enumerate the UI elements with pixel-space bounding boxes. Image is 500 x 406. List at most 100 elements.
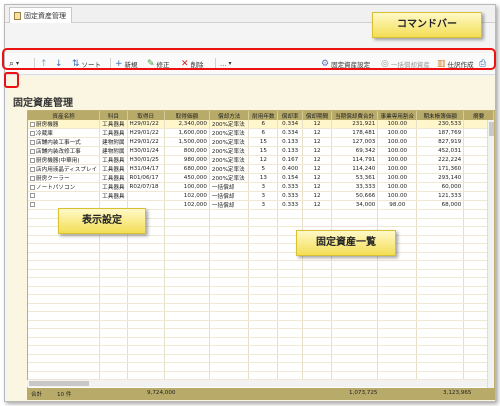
table-cell[interactable]	[28, 191, 101, 201]
table-cell[interactable]: 12	[302, 155, 332, 165]
table-cell[interactable]: 12	[248, 155, 279, 165]
table-cell[interactable]: 34,000	[331, 200, 379, 210]
table-cell[interactable]: 0.334	[277, 120, 304, 129]
column-header[interactable]: 摘要	[463, 111, 494, 120]
table-cell[interactable]: 工具器具	[99, 173, 128, 183]
row-checkbox[interactable]	[30, 193, 35, 198]
table-cell[interactable]: 100.00	[377, 173, 418, 183]
row-checkbox[interactable]	[30, 131, 35, 136]
table-cell[interactable]: 12	[302, 164, 332, 174]
table-cell[interactable]: 200%定率法	[209, 146, 250, 156]
table-cell[interactable]: 100.00	[377, 120, 418, 129]
table-cell[interactable]: 187,769	[416, 128, 465, 138]
tab-fixed-asset[interactable]: 固定資産管理	[9, 7, 72, 23]
table-cell[interactable]: 工具器具	[99, 128, 128, 138]
table-cell[interactable]: H29/01/22	[127, 128, 165, 138]
row-checkbox[interactable]	[30, 176, 35, 181]
table-cell[interactable]: H29/01/22	[127, 137, 165, 147]
table-cell[interactable]: 一括償却	[209, 191, 250, 201]
table-cell[interactable]: 工具器具	[99, 164, 128, 174]
table-cell[interactable]	[127, 191, 165, 201]
table-cell[interactable]: 0.334	[277, 128, 304, 138]
table-cell[interactable]: 1,600,000	[164, 128, 210, 138]
table-cell[interactable]: 114,791	[331, 155, 379, 165]
table-cell[interactable]: 厨房機器	[28, 120, 101, 129]
table-cell[interactable]: 98.00	[377, 200, 418, 210]
table-cell[interactable]: 33,333	[331, 182, 379, 192]
table-cell[interactable]: 102,000	[164, 191, 210, 201]
table-cell[interactable]: 工具器具	[99, 155, 128, 165]
table-row[interactable]: 厨房機器(中華用) 工具器具 H30/01/25 980,000 200%定率法 12 0.…	[28, 155, 494, 165]
table-cell[interactable]: 店内用液晶ディスプレイ	[28, 164, 101, 174]
table-cell[interactable]: R02/07/18	[127, 182, 165, 192]
table-cell[interactable]: 6	[248, 120, 279, 129]
table-cell[interactable]: 12	[302, 182, 332, 192]
table-cell[interactable]: 0.167	[277, 155, 304, 165]
table-cell[interactable]: 100.00	[377, 182, 418, 192]
table-cell[interactable]: 100.00	[377, 155, 418, 165]
column-header[interactable]: 耐用年数	[248, 111, 279, 120]
column-header[interactable]: 償却率	[277, 111, 304, 120]
table-cell[interactable]: 一括償却	[209, 182, 250, 192]
column-header[interactable]: 償却期間	[302, 111, 332, 120]
row-checkbox[interactable]	[30, 185, 35, 190]
table-cell[interactable]: 厨房クーラー	[28, 173, 101, 183]
table-cell[interactable]: 100.00	[377, 164, 418, 174]
column-header[interactable]: 償却方法	[209, 111, 250, 120]
column-header[interactable]: 取得日	[127, 111, 165, 120]
table-cell[interactable]: 100,000	[164, 182, 210, 192]
table-cell[interactable]: 827,919	[416, 137, 465, 147]
table-cell[interactable]: 12	[302, 191, 332, 201]
table-cell[interactable]: 0.333	[277, 200, 304, 210]
table-row[interactable]: 店舗内装改修工事 建物附属 H30/01/24 800,000 200%定率法 15 0.1…	[28, 146, 494, 156]
table-cell[interactable]: 452,031	[416, 146, 465, 156]
table-cell[interactable]: 121,333	[416, 191, 465, 201]
table-cell[interactable]: 2,340,000	[164, 120, 210, 129]
table-cell[interactable]: 114,240	[331, 164, 379, 174]
column-header[interactable]: 科目	[99, 111, 128, 120]
table-cell[interactable]: H29/01/22	[127, 120, 165, 129]
table-cell[interactable]: 293,140	[416, 173, 465, 183]
table-row[interactable]: 厨房機器 工具器具 H29/01/22 2,340,000 200%定率法 6 0.334 1…	[28, 120, 494, 129]
table-cell[interactable]: 231,921	[331, 120, 379, 129]
row-checkbox[interactable]	[30, 167, 35, 172]
table-cell[interactable]: 0.133	[277, 146, 304, 156]
table-row[interactable]: 冷蔵庫 工具器具 H29/01/22 1,600,000 200%定率法 6 0.334 12…	[28, 128, 494, 138]
table-cell[interactable]: R01/06/17	[127, 173, 165, 183]
table-cell[interactable]: 0.333	[277, 191, 304, 201]
table-row[interactable]: 厨房クーラー 工具器具 R01/06/17 450,000 200%定率法 13 0.154…	[28, 173, 494, 183]
table-cell[interactable]: H30/01/24	[127, 146, 165, 156]
table-cell[interactable]: 0.333	[277, 182, 304, 192]
table-cell[interactable]: 200%定率法	[209, 120, 250, 129]
row-checkbox[interactable]	[30, 158, 35, 163]
table-cell[interactable]: 3	[248, 200, 279, 210]
table-cell[interactable]: 102,000	[164, 200, 210, 210]
table-cell[interactable]: 12	[302, 128, 332, 138]
table-cell[interactable]: 15	[248, 137, 279, 147]
table-cell[interactable]: 100.00	[377, 146, 418, 156]
column-header[interactable]: 取得価額	[164, 111, 210, 120]
table-cell[interactable]: 12	[302, 137, 332, 147]
table-row[interactable]: 店内用液晶ディスプレイ 工具器具 H31/04/17 680,000 200%定率法 5 0…	[28, 164, 494, 174]
table-cell[interactable]: 50,666	[331, 191, 379, 201]
table-row[interactable]: 店舗内装工事一式 建物附属 H29/01/22 1,500,000 200%定率法 15 0…	[28, 137, 494, 147]
row-checkbox[interactable]	[30, 122, 35, 127]
table-cell[interactable]: 3	[248, 191, 279, 201]
table-cell[interactable]: 200%定率法	[209, 164, 250, 174]
row-checkbox[interactable]	[30, 149, 35, 154]
table-cell[interactable]: 12	[302, 120, 332, 129]
table-cell[interactable]: 800,000	[164, 146, 210, 156]
table-cell[interactable]: 100.00	[377, 128, 418, 138]
table-cell[interactable]: 15	[248, 146, 279, 156]
table-cell[interactable]: 3	[248, 182, 279, 192]
table-cell[interactable]: 60,000	[416, 182, 465, 192]
column-header[interactable]: 資産名称	[28, 111, 101, 120]
table-cell[interactable]: 建物附属	[99, 146, 128, 156]
table-cell[interactable]: 680,000	[164, 164, 210, 174]
table-cell[interactable]: 100.00	[377, 137, 418, 147]
table-cell[interactable]: 1,500,000	[164, 137, 210, 147]
table-cell[interactable]: 6	[248, 128, 279, 138]
table-cell[interactable]: 厨房機器(中華用)	[28, 155, 101, 165]
table-cell[interactable]: 工具器具	[99, 182, 128, 192]
table-cell[interactable]: 工具器具	[99, 120, 128, 129]
